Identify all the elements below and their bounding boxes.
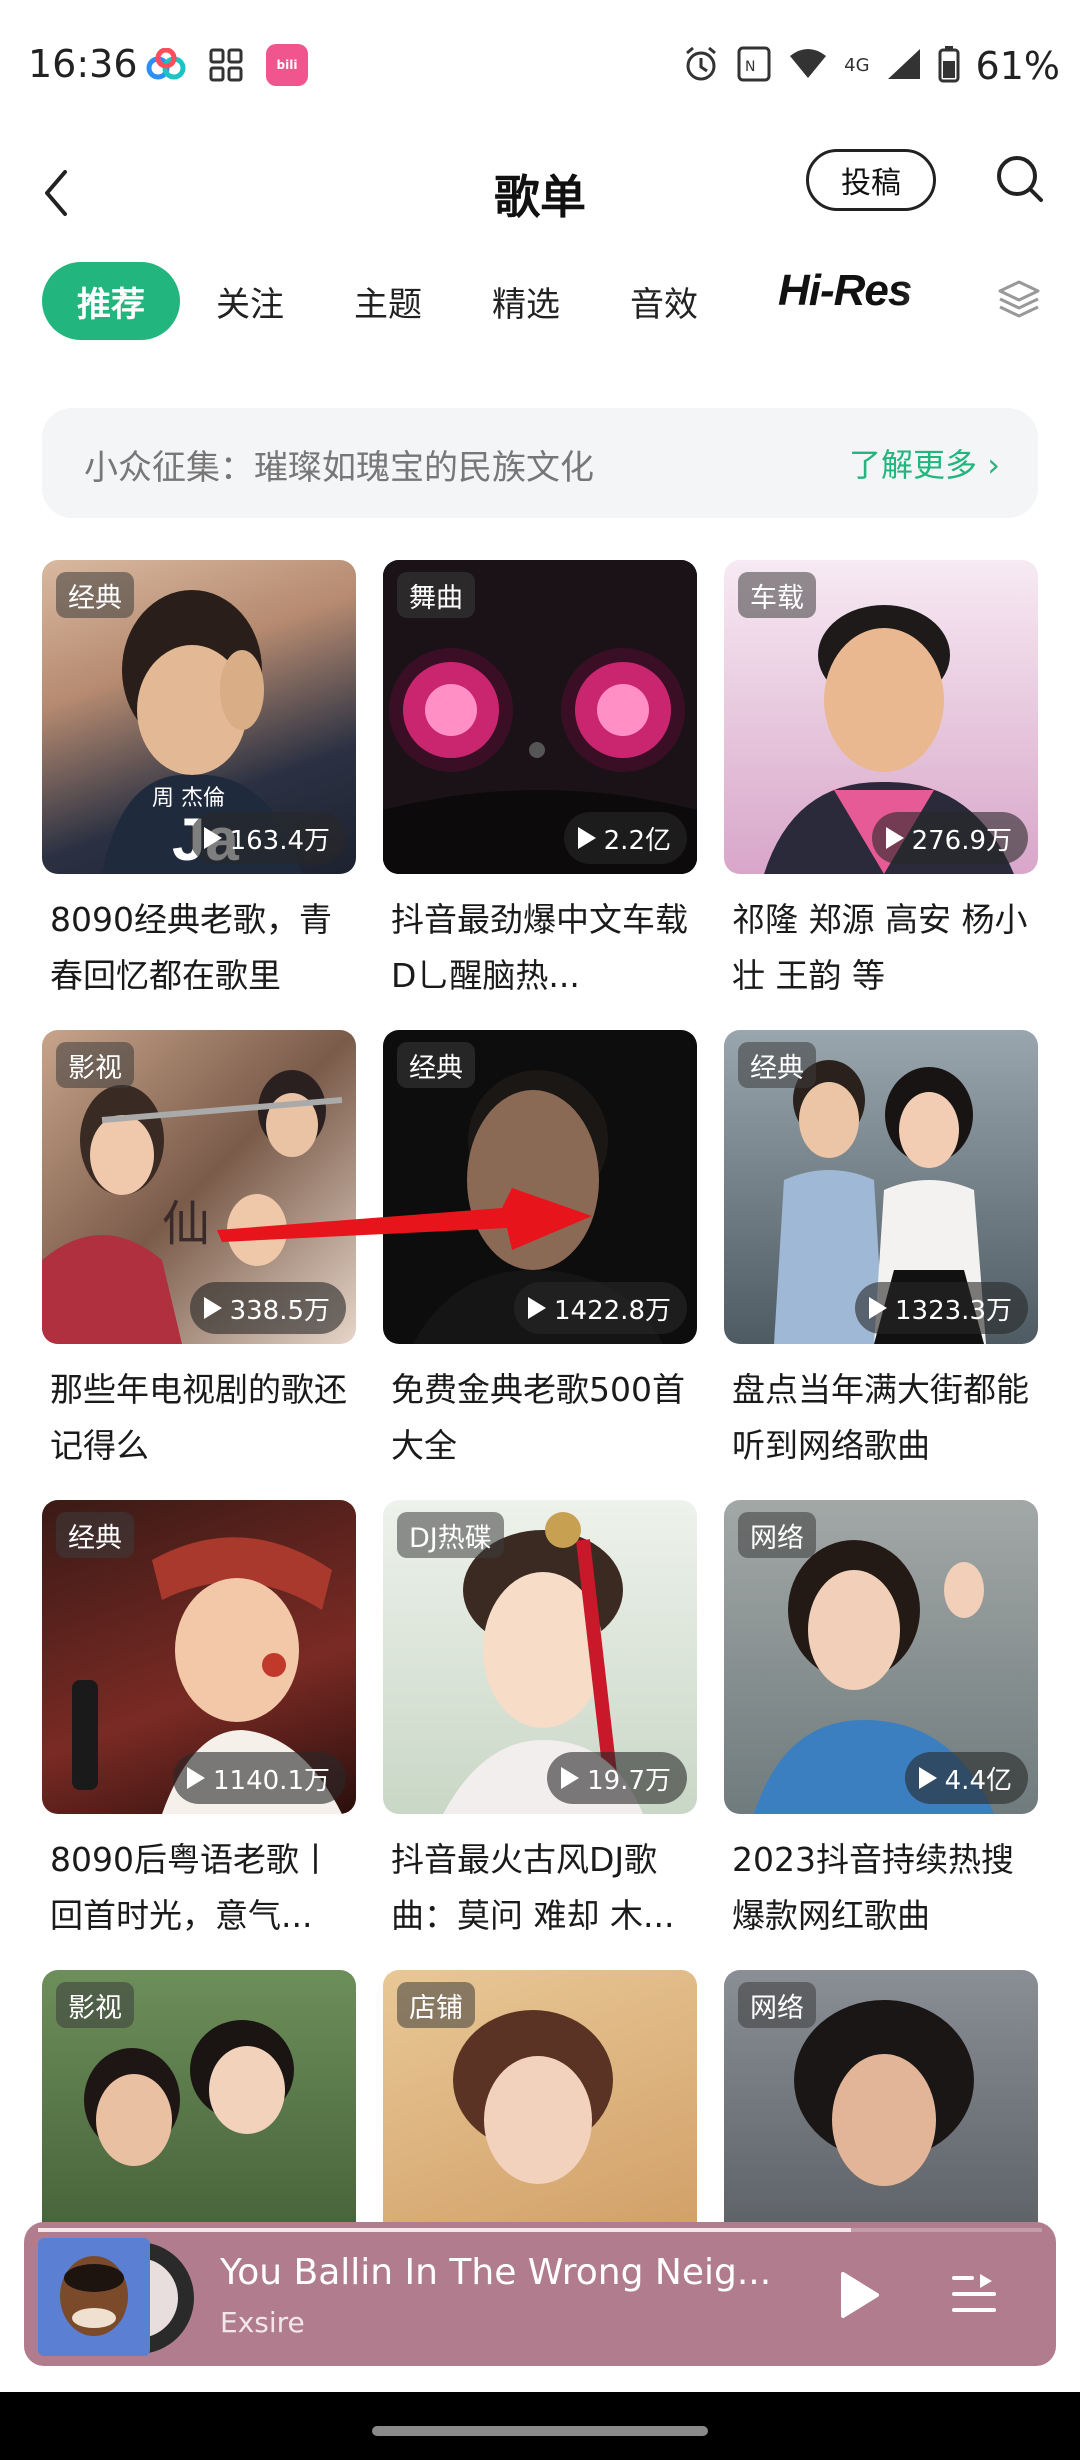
playlist-tag: 影视 (56, 1982, 134, 2028)
baidu-netdisk-icon (146, 45, 186, 85)
play-count: 19.7万 (547, 1752, 687, 1804)
play-icon (528, 1297, 547, 1319)
play-count: 276.9万 (871, 812, 1028, 864)
player-progress-bar (38, 2228, 852, 2232)
tab-theme[interactable]: 主题 (338, 262, 438, 340)
play-icon (203, 1297, 222, 1319)
playlist-title[interactable]: 那些年电视剧的歌还记得么 (50, 1362, 360, 1474)
album-art[interactable] (38, 2238, 198, 2356)
playlist-cover[interactable]: 经典 1140.1万 (42, 1500, 356, 1814)
tab-hires[interactable]: Hi-Res (778, 266, 912, 316)
play-count: 338.5万 (189, 1282, 346, 1334)
status-bar: 16:36 bili N 4G 61% (0, 0, 1080, 135)
system-nav-bar (0, 2392, 1080, 2460)
more-categories-button[interactable] (994, 276, 1044, 326)
playlist-title[interactable]: 抖音最火古风DJ歌曲：莫问 难却 木... (391, 1832, 701, 1944)
status-time: 16:36 (28, 42, 138, 86)
playlist-tag: 经典 (56, 1512, 134, 1558)
banner-text: 小众征集：璀璨如瑰宝的民族文化 (84, 448, 594, 488)
playlist-title[interactable]: 8090经典老歌，青春回忆都在歌里 (50, 892, 360, 1004)
playlist-title[interactable]: 盘点当年满大街都能听到网络歌曲 (732, 1362, 1042, 1474)
playlist-cover[interactable]: 经典 1422.8万 (383, 1030, 697, 1344)
playlist-cover[interactable]: 车载 276.9万 (724, 560, 1038, 874)
now-playing-artist: Exsire (220, 2306, 305, 2339)
playlist-title[interactable]: 抖音最劲爆中文车载D乚醒脑热... (391, 892, 701, 1004)
tab-featured[interactable]: 精选 (476, 262, 576, 340)
status-right-icons: N 4G 61% (682, 44, 1060, 88)
battery-percent: 61% (975, 44, 1060, 88)
svg-text:N: N (745, 59, 755, 75)
nfc-icon: N (736, 45, 772, 87)
playlist-title[interactable]: 8090后粤语老歌丨回首时光，意气... (50, 1832, 360, 1944)
submit-button[interactable]: 投稿 (806, 149, 936, 211)
play-count: 1323.3万 (855, 1282, 1028, 1334)
playlist-tag: 影视 (56, 1042, 134, 1088)
play-icon (918, 1767, 937, 1789)
signal-icon (886, 47, 922, 85)
now-playing-title: You Ballin In The Wrong Neig... (220, 2252, 772, 2293)
play-count: 163.4万 (189, 812, 346, 864)
playlist-icon (950, 2272, 998, 2320)
svg-text:仙: 仙 (162, 1196, 210, 1252)
play-count: 4.4亿 (904, 1752, 1028, 1804)
bilibili-icon: bili (266, 44, 308, 86)
wifi-icon (788, 48, 828, 84)
play-icon (885, 827, 904, 849)
status-left-icons: bili (146, 44, 308, 86)
play-icon (203, 827, 222, 849)
play-button[interactable] (824, 2262, 894, 2332)
playlist-tag: 经典 (56, 572, 134, 618)
playlist-tag: 网络 (738, 1512, 816, 1558)
promo-banner[interactable]: 小众征集：璀璨如瑰宝的民族文化 了解更多 › (42, 408, 1038, 518)
alarm-icon (682, 45, 720, 87)
battery-icon (938, 45, 960, 87)
playlist-cover[interactable]: 舞曲 2.2亿 (383, 560, 697, 874)
playlist-cover[interactable]: 仙 影视 338.5万 (42, 1030, 356, 1344)
play-count: 2.2亿 (563, 812, 687, 864)
play-count: 1140.1万 (173, 1752, 346, 1804)
tabs-fade (900, 262, 990, 346)
playlist-tag: 店铺 (397, 1982, 475, 2028)
play-count: 1422.8万 (514, 1282, 687, 1334)
playlist-tag: 经典 (397, 1042, 475, 1088)
grid-app-icon (206, 45, 246, 85)
header: 歌单 投稿 (0, 135, 1080, 255)
mini-player[interactable]: You Ballin In The Wrong Neig... Exsire (24, 2222, 1056, 2366)
play-icon (187, 1767, 206, 1789)
playlist-cover[interactable]: 网络 4.4亿 (724, 1500, 1038, 1814)
network-label: 4G (844, 55, 870, 76)
playlist-tag: 网络 (738, 1982, 816, 2028)
playlist-title[interactable]: 免费金典老歌500首大全 (391, 1362, 701, 1474)
play-icon (577, 827, 596, 849)
playlist-tag: DJ热碟 (397, 1512, 504, 1558)
tab-follow[interactable]: 关注 (200, 262, 300, 340)
layers-icon (997, 279, 1041, 323)
search-button[interactable] (990, 151, 1050, 211)
playlist-tag: 舞曲 (397, 572, 475, 618)
home-gesture-handle[interactable] (372, 2426, 708, 2436)
tab-sound-effects[interactable]: 音效 (614, 262, 714, 340)
playlist-cover[interactable]: 经典 1323.3万 (724, 1030, 1038, 1344)
search-icon (995, 154, 1045, 208)
play-icon (869, 1297, 888, 1319)
play-icon (837, 2270, 881, 2324)
playlist-tag: 车载 (738, 572, 816, 618)
play-icon (561, 1767, 580, 1789)
playlist-queue-button[interactable] (944, 2266, 1004, 2326)
category-tabs: 推荐 关注 主题 精选 音效 Hi-Res (0, 262, 1080, 346)
tab-recommend[interactable]: 推荐 (42, 262, 180, 340)
playlist-cover[interactable]: 周 杰倫 Ja 经典 163.4万 (42, 560, 356, 874)
playlist-title[interactable]: 2023抖音持续热搜爆款网红歌曲 (732, 1832, 1042, 1944)
playlist-title[interactable]: 祁隆 郑源 高安 杨小壮 王韵 等 (732, 892, 1042, 1004)
playlist-tag: 经典 (738, 1042, 816, 1088)
playlist-cover[interactable]: DJ热碟 19.7万 (383, 1500, 697, 1814)
learn-more-link[interactable]: 了解更多 › (849, 440, 1000, 486)
